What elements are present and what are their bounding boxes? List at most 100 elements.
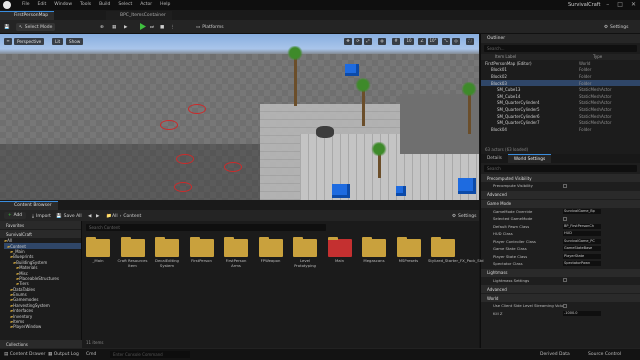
outliner-row[interactable]: SM_QuarterCylinder7 StaticMeshActor (481, 119, 640, 126)
stop-icon[interactable]: ■ (160, 23, 164, 31)
asset-tile[interactable]: DecalEditing System (155, 237, 182, 268)
tab-first-person-map[interactable]: FirstPersonMap (0, 11, 55, 20)
details-section-header[interactable]: World (481, 294, 640, 302)
minimize-icon[interactable]: – (606, 1, 609, 8)
outliner-row[interactable]: Block01 Folder (481, 67, 640, 74)
forward-icon[interactable]: ▶ (96, 212, 99, 220)
details-search-input[interactable]: Search (484, 165, 637, 172)
settings-button[interactable]: ⚙ Settings (604, 23, 629, 31)
content-search-input[interactable]: Search Content (86, 224, 326, 231)
menu-edit[interactable]: Edit (38, 2, 47, 7)
perspective-button[interactable]: Perspective (14, 38, 45, 45)
camera-speed-icon[interactable]: ◎ (452, 38, 460, 45)
details-section-header[interactable]: Advanced (481, 285, 640, 293)
platforms-dropdown[interactable]: ▭ Platforms (196, 23, 224, 31)
outliner-row[interactable]: SM_Cube14 StaticMeshActor (481, 93, 640, 100)
derived-data-button[interactable]: Derived Data (540, 352, 570, 357)
blue-cube[interactable] (332, 184, 350, 198)
content-drawer-button[interactable]: ▤ Content Drawer (4, 352, 45, 357)
asset-tile[interactable]: Craft Resources Item (118, 237, 148, 268)
favorites-section[interactable]: Favorites (0, 221, 81, 229)
scale-snap-icon[interactable]: ⤡ (442, 38, 450, 45)
maximize-icon[interactable]: □ (617, 1, 623, 8)
import-button[interactable]: ⤓ Import (32, 212, 51, 220)
project-section[interactable]: SurvivalCraft (0, 230, 81, 238)
property-checkbox[interactable] (563, 278, 567, 283)
outliner-row[interactable]: Block03 Folder (481, 79, 640, 87)
details-section-header[interactable]: Advanced (481, 190, 640, 199)
tab-details[interactable]: Details (481, 154, 508, 163)
target-marker[interactable] (188, 104, 206, 114)
select-mode-dropdown[interactable]: ↖ Select Mode (16, 23, 56, 31)
outliner-row[interactable]: SM_QuarterCylinder4 StaticMeshActor (481, 100, 640, 107)
tab-bpc-items-container[interactable]: BPC_ItemsContainer (106, 11, 172, 20)
column-type[interactable]: Type (593, 54, 602, 60)
output-log-button[interactable]: ▦ Output Log (48, 352, 79, 357)
translate-icon[interactable]: ✥ (344, 38, 352, 45)
blue-cube[interactable] (396, 186, 406, 196)
asset-tile[interactable]: FirstPerson Arms (224, 237, 251, 268)
property-value-field[interactable]: SurvivalGame_Bp (563, 208, 601, 214)
menu-tools[interactable]: Tools (80, 2, 91, 7)
target-marker[interactable] (160, 120, 178, 130)
outliner-row[interactable]: Block04 Folder (481, 126, 640, 133)
console-command-input[interactable]: Enter Console Command (110, 351, 190, 358)
tab-content-browser[interactable]: Content Browser (0, 201, 58, 210)
source-control-button[interactable]: Source Control (588, 352, 621, 357)
asset-tile[interactable]: MSPresets (396, 237, 424, 264)
save-icon[interactable]: 💾 (4, 23, 10, 31)
world-icon[interactable]: ◍ (378, 38, 386, 45)
menu-file[interactable]: File (22, 2, 30, 7)
target-marker[interactable] (224, 162, 242, 172)
blueprint-icon[interactable]: ▦ (112, 23, 116, 31)
property-value-field[interactable]: SpectatorPawn (563, 261, 601, 267)
breadcrumb-all[interactable]: All (112, 214, 118, 219)
details-section-header[interactable]: Game Mode (481, 199, 640, 208)
more-options-icon[interactable]: ⋮ (170, 23, 175, 31)
outliner-row[interactable]: SM_QuarterCylinder6 StaticMeshActor (481, 113, 640, 120)
breadcrumb-content[interactable]: Content (123, 214, 141, 219)
asset-tile[interactable]: FirstPerson (189, 237, 217, 264)
blue-cube[interactable] (345, 64, 359, 76)
property-value-field[interactable]: SurvivalGame_PC (563, 238, 601, 244)
grid-snap-value[interactable]: 10 (404, 38, 414, 45)
menu-help[interactable]: Help (160, 2, 170, 7)
property-checkbox[interactable] (563, 303, 567, 308)
property-checkbox[interactable] (563, 216, 567, 221)
rotate-icon[interactable]: ⟳ (354, 38, 362, 45)
asset-tile[interactable]: Stylized_Starter_FX_Pack_Std (428, 237, 484, 264)
tab-world-settings[interactable]: World Settings (507, 154, 552, 163)
asset-tile[interactable]: Level Prototyping (293, 237, 320, 268)
property-value-field[interactable]: GameStateBase (563, 246, 601, 252)
column-item-label[interactable]: Item Label (495, 54, 593, 60)
menu-actor[interactable]: Actor (140, 2, 152, 7)
cb-settings-button[interactable]: ⚙ Settings (452, 212, 477, 220)
asset-tile[interactable]: _Main (86, 237, 113, 264)
outliner-row[interactable]: Block02 Folder (481, 73, 640, 80)
outliner-row[interactable]: FirstPersonMap (Editor) World (481, 60, 640, 67)
add-actor-icon[interactable]: ⊕ (100, 23, 104, 31)
level-viewport[interactable]: ≡ Perspective Lit Show ✥ ⟳ ⤢ ◍ # 10 ∠ 10… (0, 34, 479, 200)
snap-icon[interactable]: # (392, 38, 400, 45)
skip-icon[interactable]: ⏭ (150, 23, 154, 31)
outliner-row[interactable]: SM_QuarterCylinder5 StaticMeshActor (481, 106, 640, 113)
show-button[interactable]: Show (66, 38, 84, 45)
lit-button[interactable]: Lit (52, 38, 64, 45)
asset-tile[interactable]: Main (327, 237, 355, 264)
asset-tile[interactable]: Megascans (362, 237, 389, 264)
cinematics-icon[interactable]: ▶ (124, 23, 127, 31)
target-marker[interactable] (174, 182, 192, 192)
play-icon[interactable] (140, 23, 146, 30)
blue-cube[interactable] (458, 178, 476, 194)
collections-section[interactable]: Collections (0, 340, 82, 348)
angle-snap-value[interactable]: 10° (428, 38, 438, 45)
property-value-field[interactable]: BP_FirstPersonCh (563, 223, 601, 229)
maximize-viewport-icon[interactable]: ⛶ (466, 38, 474, 45)
tree-folder-item[interactable]: ▰ PlayerWindow (4, 324, 81, 329)
outliner-search-input[interactable]: Search... (484, 45, 637, 52)
property-value-field[interactable]: HUD (563, 231, 601, 237)
close-icon[interactable]: ✕ (631, 1, 636, 8)
asset-tile[interactable]: FPWeapon (258, 237, 286, 264)
outliner-row[interactable]: SM_Cube13 StaticMeshActor (481, 86, 640, 93)
menu-select[interactable]: Select (118, 2, 132, 7)
